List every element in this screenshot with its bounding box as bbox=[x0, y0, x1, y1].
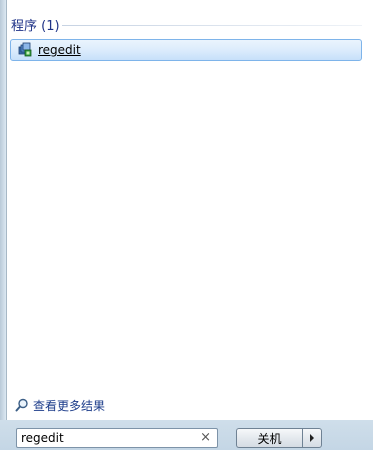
result-item-regedit[interactable]: regedit bbox=[10, 39, 362, 61]
see-more-results-link[interactable]: 查看更多结果 bbox=[15, 396, 105, 414]
start-menu: 程序 (1) regedit 查看更多结果 × 关机 bbox=[0, 0, 373, 450]
clear-search-icon[interactable]: × bbox=[200, 430, 211, 446]
result-item-label: regedit bbox=[38, 43, 81, 57]
shutdown-group: 关机 bbox=[236, 428, 322, 448]
shutdown-options-button[interactable] bbox=[302, 428, 322, 448]
regedit-icon bbox=[17, 42, 33, 58]
section-divider bbox=[62, 25, 362, 26]
shutdown-button[interactable]: 关机 bbox=[236, 428, 302, 448]
search-results-panel bbox=[6, 0, 373, 420]
search-box[interactable]: × bbox=[16, 428, 218, 448]
search-input[interactable] bbox=[17, 430, 191, 446]
chevron-right-icon bbox=[310, 434, 314, 442]
programs-section-title: 程序 (1) bbox=[11, 18, 60, 34]
search-icon bbox=[15, 398, 29, 412]
see-more-label: 查看更多结果 bbox=[33, 398, 106, 413]
